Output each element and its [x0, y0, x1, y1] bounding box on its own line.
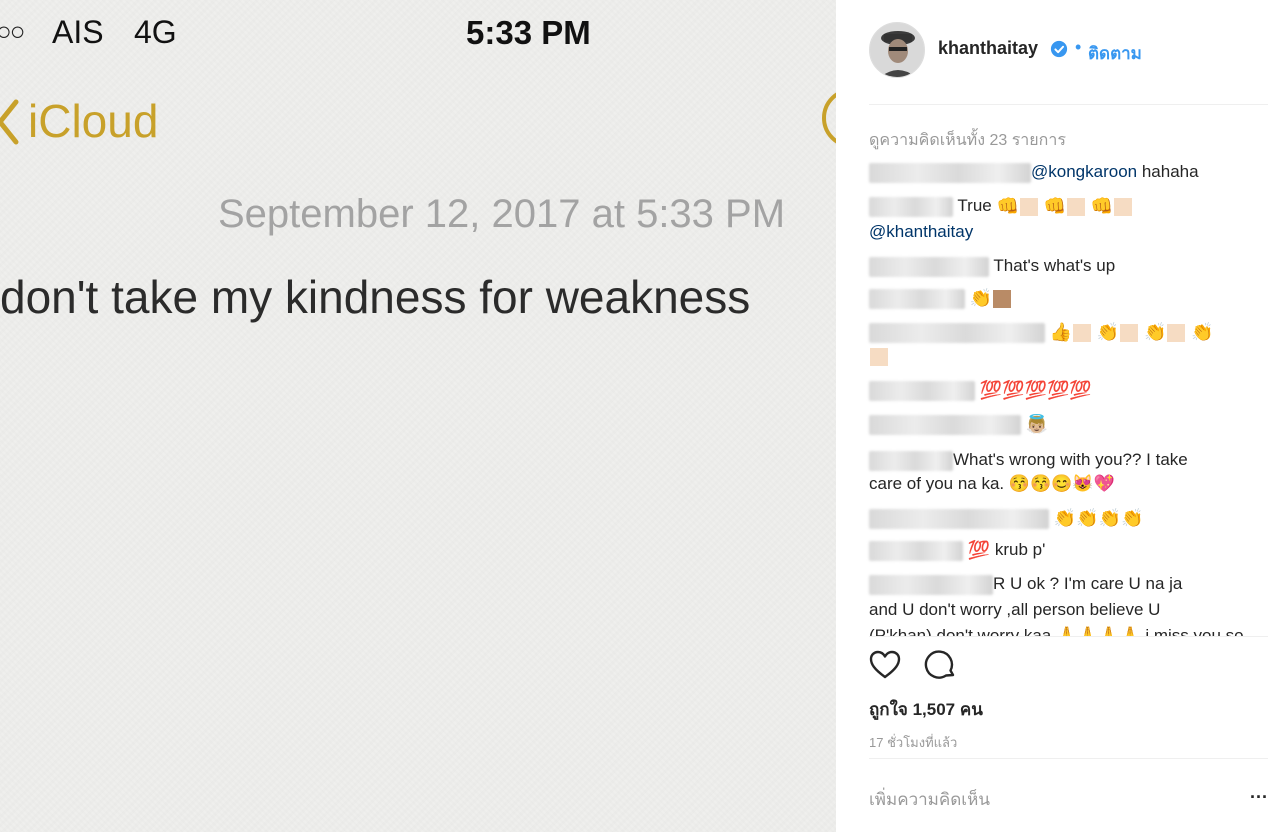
avatar[interactable] [869, 22, 925, 78]
post-username[interactable]: khanthaitay [938, 38, 1038, 59]
signal-icon: ○○ [0, 16, 25, 46]
comment-text: What's wrong with you?? I take [953, 450, 1188, 469]
verified-badge-icon [1050, 40, 1068, 58]
divider [869, 636, 1268, 637]
comment-text: That's what's up [993, 256, 1116, 275]
comment-text-line: and U don't worry ,all person believe U [869, 600, 1161, 619]
comment-text: R U ok ? I'm care U na ja [993, 574, 1183, 593]
comment-text-line: (P'khan) don't worry kaa 🙏🙏🙏🙏 i miss you… [869, 626, 1244, 636]
divider [869, 104, 1268, 105]
comment-item: That's what's up [869, 256, 1115, 277]
comment-item: 👏👏👏👏 [869, 508, 1143, 529]
comment-text: True [957, 196, 992, 215]
likes-count[interactable]: ถูกใจ 1,507 คน [869, 696, 983, 723]
blurred-username [869, 574, 993, 595]
clap-emoji-icon: 👏 [1144, 322, 1167, 343]
comment-item: 💯💯💯💯💯 [869, 380, 1092, 401]
blurred-username [869, 508, 1049, 529]
fist-emoji-icon: 👊 [1090, 196, 1114, 217]
comment-item: 👍 👏 👏 👏 [869, 322, 1214, 343]
fist-emoji-icon: 👊 [1043, 196, 1067, 217]
notes-screenshot: ○○ AIS 4G 5:33 PM iCloud September 12, 2… [0, 0, 836, 832]
clap-emoji-icon: 👏 [1096, 322, 1120, 343]
blurred-username [869, 322, 1045, 343]
note-date: September 12, 2017 at 5:33 PM [218, 192, 786, 236]
avatar-image [870, 23, 924, 77]
comment-item: What's wrong with you?? I take [869, 450, 1188, 471]
comment-item: 👏 [869, 288, 1012, 309]
blurred-username [869, 196, 953, 217]
fist-emoji-icon: 👊 [996, 196, 1019, 217]
instagram-panel: khanthaitay • ติดตาม ดูความคิดเห็นทั้ง 2… [836, 0, 1280, 832]
follow-button[interactable]: ติดตาม [1088, 40, 1142, 67]
comment-text: krub p' [990, 540, 1046, 559]
blurred-username [869, 288, 965, 309]
status-time: 5:33 PM [466, 14, 591, 51]
comment-emoji: 👼🏼 [1025, 414, 1049, 435]
comment-item: @kongkaroon hahaha [869, 162, 1199, 183]
blurred-username [869, 540, 963, 561]
comment-icon[interactable] [924, 648, 958, 682]
comment-mention[interactable]: @kongkaroon [1031, 162, 1137, 181]
comment-emoji: 💯 [967, 540, 991, 561]
comment-item: R U ok ? I'm care U na ja [869, 574, 1182, 595]
view-all-comments-link[interactable]: ดูความคิดเห็นทั้ง 23 รายการ [869, 128, 1066, 153]
network-label: 4G [134, 14, 177, 50]
more-circle-icon[interactable] [822, 88, 836, 148]
carrier-label: AIS [52, 14, 104, 50]
blurred-username [869, 256, 989, 277]
comment-item-continued [869, 346, 889, 366]
comments-list[interactable]: ดูความคิดเห็นทั้ง 23 รายการ @kongkaroon … [836, 118, 1280, 636]
comment-item: 👼🏼 [869, 414, 1048, 435]
back-button[interactable]: iCloud [28, 94, 158, 148]
note-body[interactable]: don't take my kindness for weakness [0, 270, 750, 324]
blurred-username [869, 414, 1021, 435]
heart-icon[interactable] [868, 648, 902, 682]
comment-item: True 👊 👊 👊 [869, 196, 1133, 217]
comment-text: hahaha [1137, 162, 1199, 181]
blurred-username [869, 450, 953, 471]
status-bar: ○○ AIS 4G 5:33 PM [0, 8, 836, 51]
comment-emoji: 👏 [969, 288, 993, 309]
comment-mention[interactable]: @khanthaitay [869, 222, 973, 242]
add-comment-input[interactable]: เพิ่มความคิดเห็น [869, 786, 990, 813]
comment-text-line: care of you na ka. 😚😚😊😻💖 [869, 474, 1115, 493]
comment-item: 💯 krub p' [869, 540, 1045, 561]
comment-emoji: 👍 [1049, 322, 1073, 343]
separator-dot: • [1075, 37, 1082, 57]
post-timestamp: 17 ชั่วโมงที่แล้ว [869, 735, 958, 750]
divider [869, 758, 1268, 759]
blurred-username [869, 380, 975, 401]
clap-emoji-icon: 👏 [1191, 322, 1214, 343]
comment-emoji: 👏👏👏👏 [1053, 508, 1144, 529]
more-options-button[interactable]: ... [1250, 782, 1268, 803]
blurred-username [869, 162, 1031, 183]
comment-emoji: 💯💯💯💯💯 [979, 380, 1092, 401]
